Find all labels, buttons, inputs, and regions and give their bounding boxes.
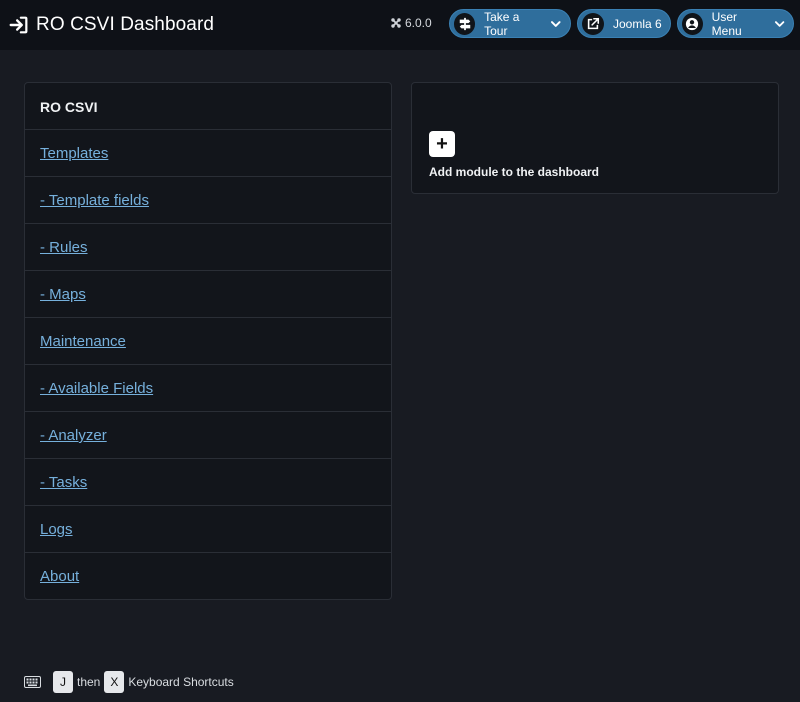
menu-item-templates: Templates [25,130,391,177]
menu-link-tasks[interactable]: - Tasks [40,474,87,491]
menu-item-logs: Logs [25,506,391,553]
add-module-card: + Add module to the dashboard [411,82,779,194]
signpost-icon [454,12,476,35]
menu-link-templates[interactable]: Templates [40,145,108,162]
menu-link-logs[interactable]: Logs [40,521,73,538]
shortcut-key-x: X [104,671,125,693]
menu-item-tasks: - Tasks [25,459,391,506]
user-menu-button[interactable]: User Menu [677,9,794,38]
user-menu-label: User Menu [711,9,742,38]
ro-csvi-menu-card: RO CSVI Templates - Template fields - Ru… [24,82,392,600]
menu-item-maps: - Maps [25,271,391,318]
menu-link-template-fields[interactable]: - Template fields [40,192,149,209]
menu-link-about[interactable]: About [40,568,79,585]
keyboard-icon [24,676,41,688]
joomla-logo-icon [391,18,401,28]
keyboard-shortcuts-hint[interactable]: J then X Keyboard Shortcuts [24,671,234,693]
menu-link-maintenance[interactable]: Maintenance [40,333,126,350]
add-module-button[interactable]: + [429,131,455,157]
take-a-tour-button[interactable]: Take a Tour [449,9,571,38]
shortcut-then-text: then [77,675,101,689]
chevron-down-icon [774,20,785,27]
menu-link-maps[interactable]: - Maps [40,286,86,303]
menu-item-available-fields: - Available Fields [25,365,391,412]
add-module-label: Add module to the dashboard [429,165,599,179]
menu-link-analyzer[interactable]: - Analyzer [40,427,107,444]
version-badge: 6.0.0 [390,16,432,30]
menu-item-template-fields: - Template fields [25,177,391,224]
menu-link-rules[interactable]: - Rules [40,239,88,256]
top-header: RO CSVI Dashboard 6.0.0 Take a Tour Joom… [0,0,800,50]
menu-card-title: RO CSVI [25,83,391,130]
joomla-6-link-button[interactable]: Joomla 6 [577,9,671,38]
joomla-6-label: Joomla 6 [613,16,662,31]
header-title-group: RO CSVI Dashboard [8,14,214,36]
version-number: 6.0.0 [405,16,432,30]
menu-item-analyzer: - Analyzer [25,412,391,459]
menu-link-available-fields[interactable]: - Available Fields [40,380,153,397]
shortcuts-label: Keyboard Shortcuts [128,675,234,689]
chevron-down-icon [551,20,562,27]
take-a-tour-label: Take a Tour [484,9,520,38]
sign-in-icon [9,16,28,34]
menu-item-rules: - Rules [25,224,391,271]
shortcut-key-j: J [53,671,73,693]
menu-item-about: About [25,553,391,600]
external-link-icon [582,12,604,35]
user-icon [682,12,703,35]
menu-item-maintenance: Maintenance [25,318,391,365]
page-title: RO CSVI Dashboard [36,14,215,35]
